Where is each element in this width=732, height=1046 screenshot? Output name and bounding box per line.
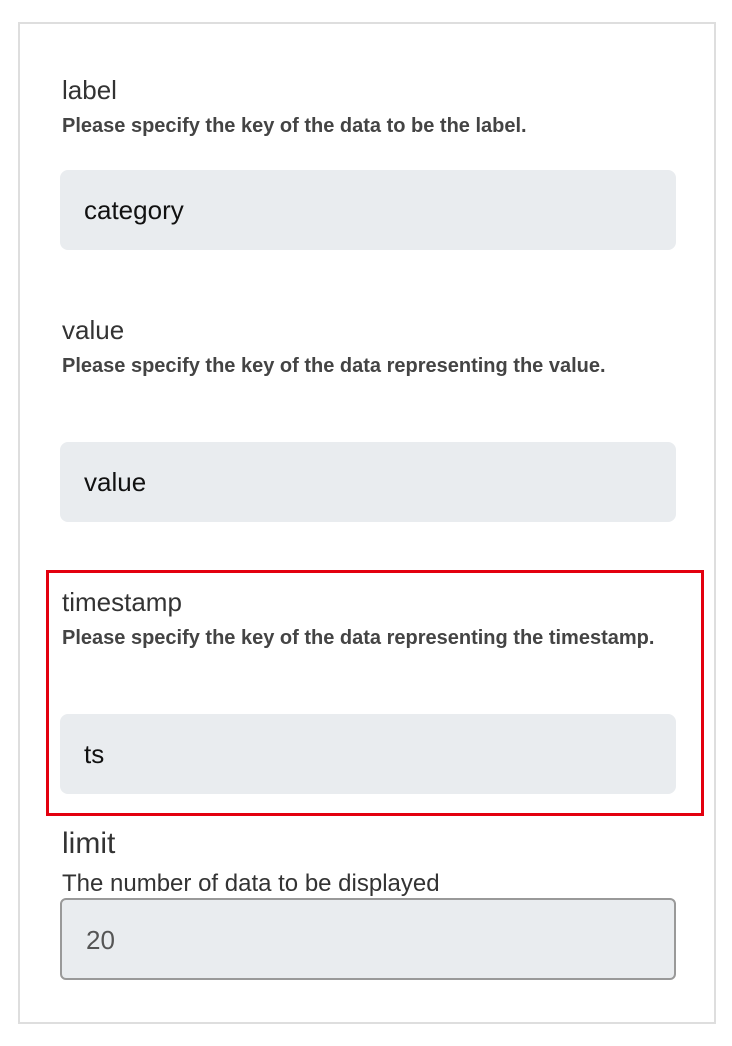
field-label-help: Please specify the key of the data to be… (62, 115, 527, 137)
field-timestamp-title: timestamp (62, 587, 182, 617)
value-key-input[interactable]: value (60, 442, 676, 522)
field-value-title: value (62, 315, 125, 345)
field-timestamp-help: Please specify the key of the data repre… (62, 627, 655, 649)
limit-input[interactable]: 20 (60, 898, 676, 980)
field-value-help: Please specify the key of the data repre… (62, 355, 606, 377)
settings-panel: label Please specify the key of the data… (18, 22, 716, 1024)
field-label-title: label (62, 75, 117, 105)
field-limit-title: limit (62, 827, 116, 860)
label-key-input[interactable]: category (60, 170, 676, 250)
timestamp-key-input[interactable]: ts (60, 714, 676, 794)
field-limit-help: The number of data to be displayed (62, 870, 440, 897)
